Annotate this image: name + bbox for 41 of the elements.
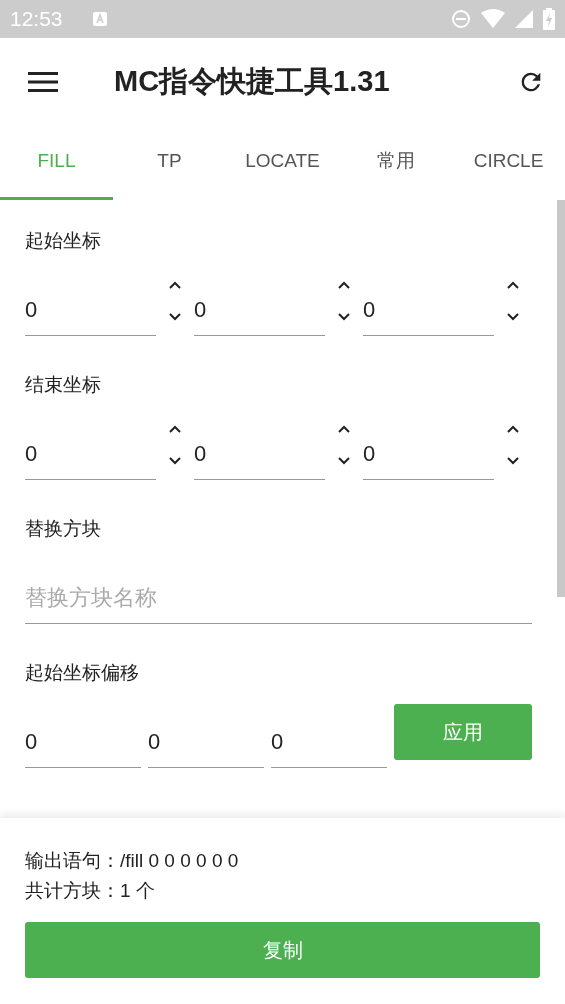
increment-icon[interactable]: [506, 280, 520, 290]
tab[interactable]: TP: [113, 125, 226, 200]
battery-icon: [543, 8, 555, 30]
signal-icon: [515, 10, 533, 28]
tab[interactable]: LOCATE: [226, 125, 339, 200]
offset-field[interactable]: 0: [271, 704, 387, 768]
tab[interactable]: CIRCLE: [452, 125, 565, 200]
tab[interactable]: 常用: [339, 125, 452, 200]
app-title: MC指令快捷工具1.31: [114, 63, 391, 99]
section-label: 起始坐标: [25, 229, 102, 253]
decrement-icon[interactable]: [337, 456, 351, 466]
number-field[interactable]: 0: [194, 416, 325, 480]
section-label: 起始坐标偏移: [25, 661, 140, 685]
decrement-icon[interactable]: [168, 456, 182, 466]
number-field[interactable]: 0: [363, 416, 494, 480]
increment-icon[interactable]: [337, 424, 351, 434]
decrement-icon[interactable]: [337, 312, 351, 322]
increment-icon[interactable]: [168, 424, 182, 434]
increment-icon[interactable]: [168, 280, 182, 290]
number-field[interactable]: 0: [25, 416, 156, 480]
output-command: 输出语句：/fill 0 0 0 0 0 0: [25, 849, 240, 873]
decrement-icon[interactable]: [506, 312, 520, 322]
scrollbar[interactable]: [557, 200, 565, 597]
section-label: 结束坐标: [25, 373, 102, 397]
notification-icon: [92, 12, 107, 26]
decrement-icon[interactable]: [506, 456, 520, 466]
decrement-icon[interactable]: [168, 312, 182, 322]
increment-icon[interactable]: [506, 424, 520, 434]
offset-field[interactable]: 0: [25, 704, 141, 768]
block-count: 共计方块：1 个: [25, 879, 156, 903]
menu-icon: [28, 70, 58, 93]
increment-icon[interactable]: [337, 280, 351, 290]
number-field[interactable]: 0: [25, 272, 156, 336]
section-label: 替换方块: [25, 517, 102, 541]
offset-field[interactable]: 0: [148, 704, 264, 768]
number-field[interactable]: 0: [363, 272, 494, 336]
wifi-icon: [481, 9, 505, 29]
do-not-disturb-icon: [451, 9, 471, 29]
number-field[interactable]: 0: [194, 272, 325, 336]
menu-button[interactable]: [28, 70, 58, 93]
block-name-field[interactable]: 替换方块名称: [25, 560, 532, 624]
